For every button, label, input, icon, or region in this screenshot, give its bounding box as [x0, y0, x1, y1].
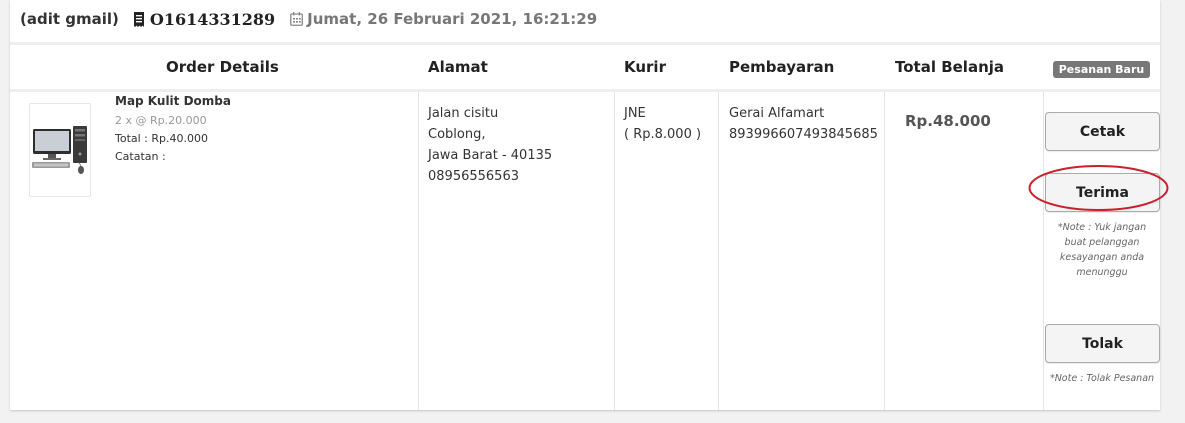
header-divider [10, 89, 1160, 92]
annotation-circle [1028, 165, 1169, 211]
divider [10, 42, 1160, 45]
order-number-group: O1614331289 [133, 10, 275, 29]
column-divider [614, 92, 615, 410]
column-divider [718, 92, 719, 410]
courier-cell: JNE ( Rp.8.000 ) [624, 103, 701, 145]
courier-name: JNE [624, 106, 646, 121]
column-divider [418, 92, 419, 410]
order-date: Jumat, 26 Februari 2021, 16:21:29 [307, 10, 598, 28]
product-total: Total : Rp.40.000 [115, 132, 209, 145]
header-courier: Kurir [624, 58, 666, 76]
header-order-details: Order Details [166, 58, 279, 76]
header-payment: Pembayaran [729, 58, 835, 76]
status-badge: Pesanan Baru [1053, 61, 1150, 78]
reject-note: *Note : Tolak Pesanan [1049, 373, 1155, 384]
order-header: (adit gmail) O1614331289 Jumat, 26 Febru… [20, 9, 597, 29]
grand-total: Rp.48.000 [905, 112, 991, 130]
product-qty-price: 2 x @ Rp.20.000 [115, 114, 207, 127]
calendar-icon [290, 12, 307, 26]
address-line3: Jawa Barat - 40135 [428, 148, 553, 163]
column-divider [1043, 92, 1044, 410]
payment-cell: Gerai Alfamart 893996607493845685 [729, 103, 878, 145]
header-total: Total Belanja [895, 58, 1005, 76]
address-phone: 08956556563 [428, 169, 519, 184]
order-number: O1614331289 [149, 9, 276, 29]
product-note: Catatan : [115, 150, 166, 163]
product-name: Map Kulit Domba [115, 94, 231, 108]
print-button[interactable]: Cetak [1045, 112, 1160, 151]
address-line1: Jalan cisitu [428, 106, 499, 121]
payment-code: 893996607493845685 [729, 127, 878, 142]
payment-method: Gerai Alfamart [729, 106, 825, 121]
product-image[interactable] [29, 103, 91, 197]
address-line2: Coblong, [428, 127, 486, 142]
courier-cost: ( Rp.8.000 ) [624, 127, 702, 142]
computer-product-image [32, 126, 87, 174]
order-date-group: Jumat, 26 Februari 2021, 16:21:29 [290, 10, 597, 28]
receipt-icon [133, 11, 145, 27]
reject-button[interactable]: Tolak [1045, 324, 1160, 363]
column-divider [884, 92, 885, 410]
header-address: Alamat [428, 58, 488, 76]
accept-note: *Note : Yuk jangan buat pelanggan kesaya… [1057, 222, 1147, 278]
buyer-name: (adit gmail) [20, 10, 119, 28]
address-cell: Jalan cisitu Coblong, Jawa Barat - 40135… [428, 103, 552, 187]
